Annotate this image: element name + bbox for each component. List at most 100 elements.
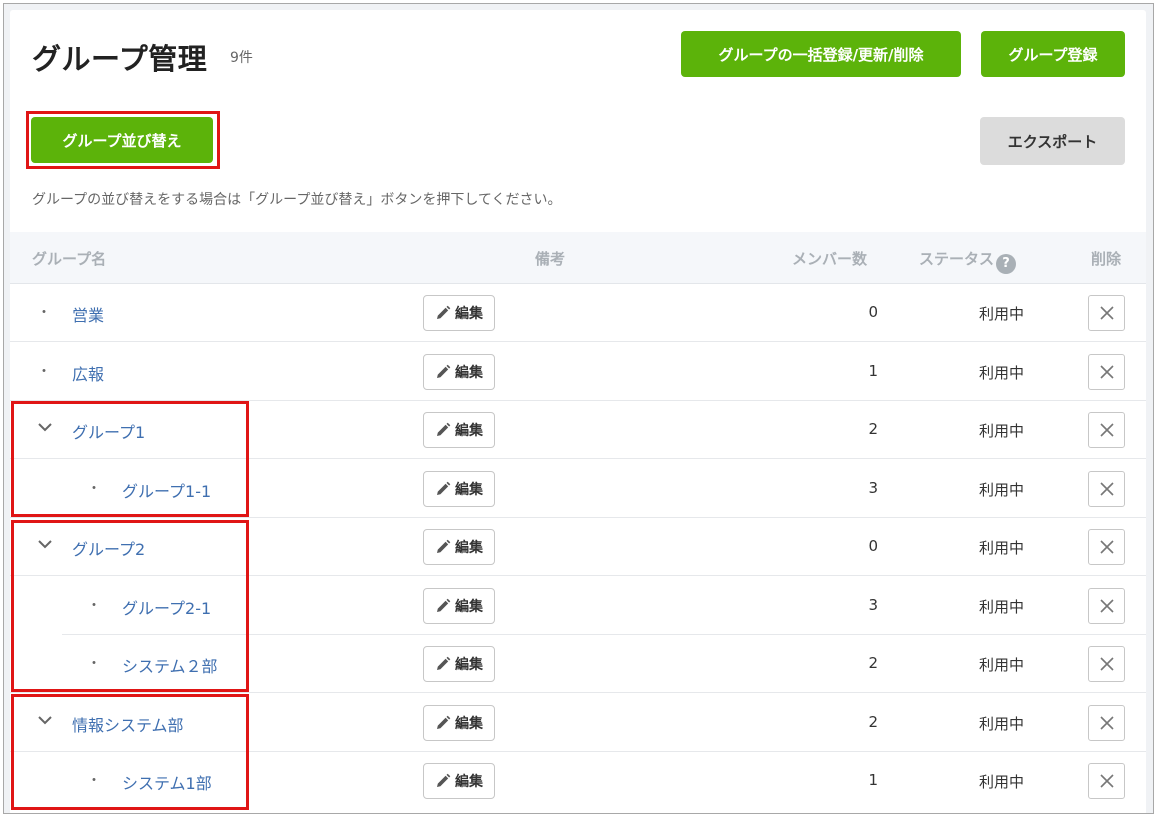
edit-button-label: 編集	[455, 364, 483, 381]
table-row: ・ 広報 編集 1 利用中	[10, 343, 1146, 401]
group-name-link[interactable]: グループ2	[72, 536, 145, 560]
group-name-link[interactable]: システム２部	[122, 653, 218, 677]
group-name-link[interactable]: グループ2-1	[122, 595, 211, 619]
column-header-member-count: メンバー数	[792, 250, 868, 268]
bullet-icon: ・	[87, 480, 101, 497]
close-icon	[1099, 715, 1114, 730]
edit-button[interactable]: 編集	[423, 587, 495, 624]
status-label: 利用中	[979, 656, 1025, 674]
bullet-icon: ・	[87, 773, 101, 789]
close-icon	[1099, 657, 1114, 671]
column-header-delete: 削除	[1091, 250, 1122, 268]
edit-button[interactable]: 編集	[423, 646, 495, 682]
chevron-down-icon[interactable]	[36, 535, 54, 553]
table-row: ・ システム２部 編集 2 利用中	[10, 635, 1146, 693]
edit-button-label: 編集	[455, 598, 483, 615]
group-name-link[interactable]: 営業	[72, 302, 104, 326]
edit-button-label: 編集	[455, 423, 483, 439]
sort-groups-button[interactable]: グループ並び替え	[31, 117, 213, 163]
status-label: 利用中	[979, 305, 1025, 323]
close-icon	[1099, 306, 1114, 320]
edit-button[interactable]: 編集	[423, 763, 495, 799]
edit-button-label: 編集	[455, 657, 483, 673]
delete-button[interactable]	[1088, 412, 1125, 448]
member-count: 2	[868, 420, 878, 438]
delete-button[interactable]	[1088, 763, 1125, 799]
status-label: 利用中	[979, 480, 1025, 499]
status-label: 利用中	[979, 597, 1025, 616]
pencil-icon	[437, 656, 451, 670]
member-count: 0	[868, 537, 878, 555]
column-header-status: ステータス?	[919, 248, 1017, 274]
window-frame: グループ管理 9件 グループの一括登録/更新/削除 グループ登録 グループ並び替…	[3, 3, 1154, 814]
status-label: 利用中	[979, 539, 1025, 557]
table-row: 情報システム部 編集 2 利用中	[10, 694, 1146, 752]
column-header-remarks: 備考	[535, 250, 566, 268]
pencil-icon	[437, 539, 451, 553]
edit-button[interactable]: 編集	[423, 704, 495, 741]
group-management-panel: グループ管理 9件 グループの一括登録/更新/削除 グループ登録 グループ並び替…	[10, 10, 1146, 813]
group-name-link[interactable]: グループ1-1	[122, 478, 211, 502]
column-header-group-name: グループ名	[32, 250, 107, 268]
bullet-icon: ・	[37, 305, 51, 321]
chevron-down-icon[interactable]	[36, 711, 54, 729]
bulk-register-update-delete-button[interactable]: グループの一括登録/更新/削除	[681, 31, 961, 77]
delete-button[interactable]	[1088, 587, 1125, 624]
table-row: グループ2 編集 0 利用中	[10, 518, 1146, 576]
help-icon[interactable]: ?	[996, 254, 1017, 274]
export-button[interactable]: エクスポート	[980, 117, 1125, 165]
status-label: 利用中	[979, 714, 1025, 733]
edit-button[interactable]: 編集	[423, 529, 495, 565]
edit-button-label: 編集	[455, 481, 483, 498]
edit-button[interactable]: 編集	[423, 412, 495, 448]
member-count: 2	[868, 712, 878, 731]
register-group-button[interactable]: グループ登録	[981, 31, 1125, 77]
member-count: 1	[868, 361, 878, 380]
close-icon	[1099, 481, 1114, 496]
table-header: グループ名 備考 メンバー数 ステータス? 削除	[10, 232, 1146, 284]
page-title: グループ管理	[32, 42, 208, 76]
edit-button-label: 編集	[455, 774, 483, 790]
table-row: ・ グループ1-1 編集 3 利用中	[10, 460, 1146, 518]
close-icon	[1099, 540, 1114, 554]
member-count: 3	[868, 595, 878, 614]
group-name-link[interactable]: 情報システム部	[72, 712, 184, 736]
pencil-icon	[437, 305, 451, 319]
chevron-down-icon[interactable]	[36, 418, 54, 436]
edit-button[interactable]: 編集	[423, 295, 495, 331]
member-count: 0	[868, 303, 878, 321]
group-count: 9件	[230, 50, 253, 66]
edit-button[interactable]: 編集	[423, 470, 495, 507]
pencil-icon	[437, 773, 451, 787]
column-header-status-label: ステータス	[919, 250, 995, 268]
table-row: ・ グループ2-1 編集 3 利用中	[10, 577, 1146, 635]
group-name-link[interactable]: 広報	[72, 361, 104, 385]
table-row: ・ システム1部 編集 1 利用中	[10, 752, 1146, 810]
sort-instruction-note: グループの並び替えをする場合は「グループ並び替え」ボタンを押下してください。	[32, 192, 562, 208]
group-name-link[interactable]: システム1部	[122, 770, 212, 794]
close-icon	[1099, 598, 1114, 613]
pencil-icon	[437, 715, 451, 729]
delete-button[interactable]	[1088, 353, 1125, 390]
group-name-link[interactable]: グループ1	[72, 419, 145, 443]
pencil-icon	[437, 598, 451, 612]
status-label: 利用中	[979, 773, 1025, 791]
close-icon	[1099, 364, 1114, 379]
status-label: 利用中	[979, 422, 1025, 440]
status-label: 利用中	[979, 363, 1025, 382]
member-count: 1	[868, 771, 878, 789]
delete-button[interactable]	[1088, 529, 1125, 565]
delete-button[interactable]	[1088, 470, 1125, 507]
edit-button[interactable]: 編集	[423, 353, 495, 390]
close-icon	[1099, 423, 1114, 437]
table-row: ・ 営業 編集 0 利用中	[10, 284, 1146, 342]
member-count: 3	[868, 478, 878, 497]
table-row: グループ1 編集 2 利用中	[10, 401, 1146, 459]
delete-button[interactable]	[1088, 646, 1125, 682]
delete-button[interactable]	[1088, 704, 1125, 741]
delete-button[interactable]	[1088, 295, 1125, 331]
close-icon	[1099, 774, 1114, 788]
edit-button-label: 編集	[455, 715, 483, 732]
member-count: 2	[868, 654, 878, 672]
pencil-icon	[437, 364, 451, 378]
